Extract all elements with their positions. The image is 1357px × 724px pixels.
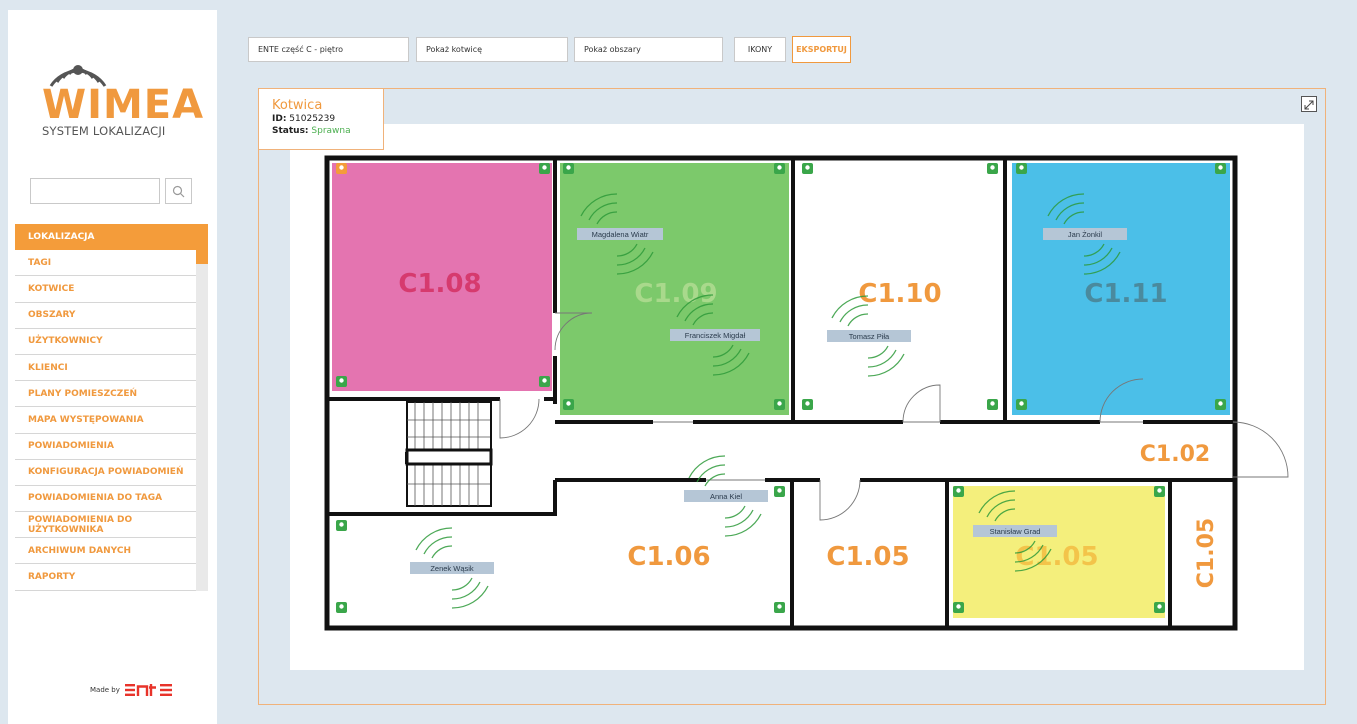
stairs (405, 401, 493, 507)
anchor-icon[interactable] (336, 163, 347, 174)
anchor-icon[interactable] (563, 163, 574, 174)
anchor-icon[interactable] (1154, 486, 1165, 497)
room-label-c110: C1.10 (858, 279, 941, 309)
anchor-icon[interactable] (953, 602, 964, 613)
anchor-status-label: Status: (272, 126, 309, 136)
tag-name-anna[interactable]: Anna Kiel (710, 492, 742, 501)
anchor-icon[interactable] (1016, 399, 1027, 410)
tag-name-stanislaw[interactable]: Stanisław Grad (990, 527, 1041, 536)
anchor-info-id: ID: 51025239 (272, 113, 383, 125)
tag-name-franciszek[interactable]: Franciszek Migdał (685, 331, 746, 340)
anchor-info-title: Kotwica (272, 98, 323, 113)
anchor-icon[interactable] (539, 163, 550, 174)
room-label-c106: C1.06 (627, 542, 710, 572)
tag-name-zenek[interactable]: Zenek Wąsik (430, 564, 474, 573)
anchor-icon[interactable] (802, 163, 813, 174)
anchor-icon[interactable] (987, 399, 998, 410)
anchor-icon[interactable] (539, 376, 550, 387)
room-label-c102: C1.02 (1140, 442, 1210, 467)
anchor-icon[interactable] (1154, 602, 1165, 613)
room-label-c105-a: C1.05 (826, 542, 909, 572)
anchor-icon[interactable] (953, 486, 964, 497)
anchor-icon[interactable] (802, 399, 813, 410)
anchor-status-value: Sprawna (311, 126, 351, 136)
floor-plan: C1.08 C1.09 C1.10 C1.11 C1.02 C1.06 C1.0… (324, 155, 1289, 631)
anchor-icon[interactable] (563, 399, 574, 410)
anchor-icon[interactable] (336, 602, 347, 613)
anchor-info-status: Status: Sprawna (272, 125, 383, 137)
anchor-icon[interactable] (336, 520, 347, 531)
anchor-icon[interactable] (1215, 399, 1226, 410)
tag-name-jan[interactable]: Jan Żonkil (1068, 230, 1103, 239)
anchor-icon[interactable] (774, 486, 785, 497)
collapse-arrows-icon (1304, 100, 1314, 110)
anchor-icon[interactable] (987, 163, 998, 174)
anchor-icon[interactable] (336, 376, 347, 387)
anchor-info-box: Kotwica ID: 51025239 Status: Sprawna (258, 88, 384, 150)
tag-name-magdalena[interactable]: Magdalena Wiatr (592, 230, 649, 239)
anchor-icon[interactable] (774, 602, 785, 613)
collapse-button[interactable] (1301, 96, 1317, 112)
anchor-icon[interactable] (774, 163, 785, 174)
tag-name-tomasz[interactable]: Tomasz Piła (849, 332, 890, 341)
anchor-icon[interactable] (1215, 163, 1226, 174)
room-label-c105-b: C1.05 (1015, 542, 1098, 572)
anchor-id-label: ID: (272, 114, 287, 124)
anchor-icon[interactable] (774, 399, 785, 410)
room-label-c105-c: C1.05 (1194, 518, 1219, 588)
room-label-c108: C1.08 (398, 269, 481, 299)
room-label-c111: C1.11 (1084, 279, 1167, 309)
anchor-id-value: 51025239 (289, 114, 336, 124)
anchor-icon[interactable] (1016, 163, 1027, 174)
